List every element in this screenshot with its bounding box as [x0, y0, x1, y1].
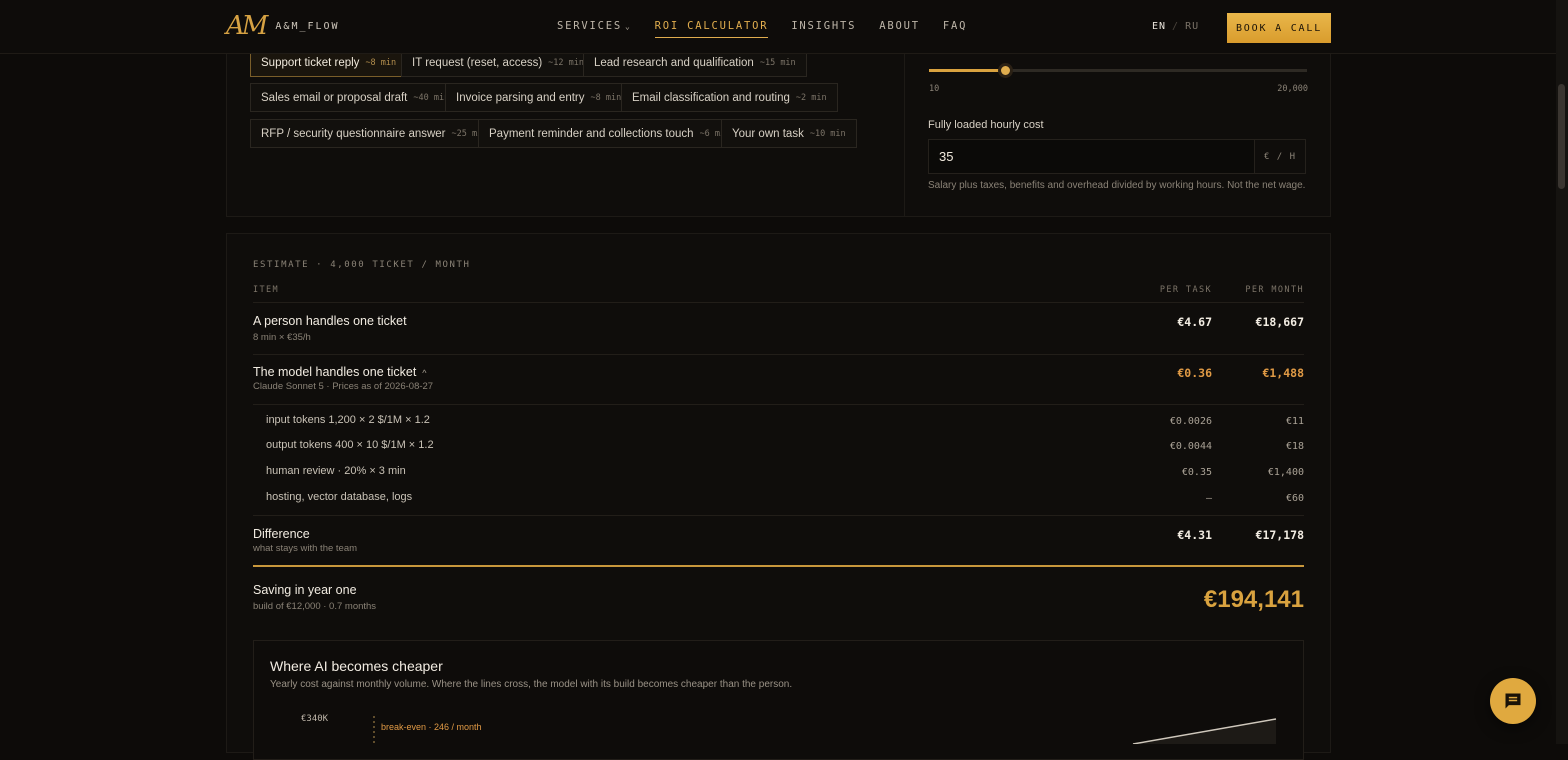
- book-call-button[interactable]: BOOK A CALL: [1227, 13, 1331, 43]
- task-chip-label: RFP / security questionnaire answer: [261, 127, 446, 140]
- task-chip-rfp[interactable]: RFP / security questionnaire answer ~25 …: [250, 119, 499, 148]
- task-chip-email-classification[interactable]: Email classification and routing ~2 min: [621, 83, 838, 112]
- divider: [253, 404, 1304, 405]
- breakdown-output-month: €18: [1285, 441, 1304, 452]
- total-divider: [253, 565, 1304, 567]
- language-switcher: EN / RU: [1152, 21, 1199, 32]
- volume-max-label: 20,000: [1277, 84, 1308, 94]
- person-per-task: €4.67: [1177, 315, 1212, 329]
- breakeven-chart: €340K break-even · 246 / month: [301, 714, 1277, 744]
- scrollbar-thumb[interactable]: [1558, 84, 1565, 189]
- task-chip-minutes: ~40 min: [413, 92, 450, 103]
- chat-button[interactable]: [1490, 678, 1536, 724]
- volume-slider-fill: [929, 69, 1005, 72]
- lang-ru[interactable]: RU: [1185, 21, 1199, 32]
- logo-text: A&M_FLOW: [275, 20, 340, 32]
- task-chip-payment-reminder[interactable]: Payment reminder and collections touch ~…: [478, 119, 742, 148]
- task-chip-invoice-parsing[interactable]: Invoice parsing and entry ~8 min: [445, 83, 633, 112]
- task-chip-minutes: ~2 min: [795, 92, 827, 103]
- task-chip-label: Invoice parsing and entry: [456, 91, 585, 104]
- model-row-title: The model handles one ticket: [253, 365, 417, 379]
- task-chip-label: Payment reminder and collections touch: [489, 127, 694, 140]
- difference-per-month: €17,178: [1255, 528, 1304, 542]
- divider: [253, 354, 1304, 355]
- breakdown-hosting-month: €60: [1285, 493, 1304, 504]
- col-header-item: ITEM: [253, 285, 280, 295]
- breakdown-hosting-task: –: [1205, 493, 1212, 504]
- breakdown-review-task: €0.35: [1181, 467, 1212, 478]
- nav-faq[interactable]: FAQ: [943, 20, 967, 38]
- breakdown-hosting: hosting, vector database, logs: [266, 491, 413, 503]
- volume-slider-handle[interactable]: [997, 63, 1013, 78]
- breakdown-input-task: €0.0026: [1169, 416, 1212, 427]
- nav-insights[interactable]: INSIGHTS: [791, 20, 856, 38]
- saving-title: Saving in year one: [253, 583, 357, 597]
- col-header-per-task: PER TASK: [1159, 285, 1212, 295]
- task-chip-label: Email classification and routing: [632, 91, 790, 104]
- hourly-cost-hint: Salary plus taxes, benefits and overhead…: [928, 180, 1306, 191]
- task-chip-minutes: ~10 min: [809, 128, 846, 139]
- chevron-up-icon: ^: [422, 368, 427, 378]
- hourly-cost-unit: € / H: [1254, 139, 1306, 174]
- task-chip-own-task[interactable]: Your own task ~10 min: [721, 119, 857, 148]
- breakdown-input-tokens: input tokens 1,200 × 2 $/1M × 1.2: [266, 414, 430, 426]
- volume-min-label: 10: [929, 84, 940, 94]
- difference-per-task: €4.31: [1177, 528, 1212, 542]
- breakdown-output-tokens: output tokens 400 × 10 $/1M × 1.2: [266, 439, 434, 451]
- nav-roi-calculator[interactable]: ROI CALCULATOR: [654, 20, 769, 38]
- chart-title: Where AI becomes cheaper: [270, 658, 443, 674]
- chart-subtitle: Yearly cost against monthly volume. Wher…: [270, 679, 793, 690]
- breakdown-output-task: €0.0044: [1169, 441, 1212, 452]
- person-row-title: A person handles one ticket: [253, 314, 407, 328]
- chat-icon: [1505, 693, 1521, 709]
- nav-about[interactable]: ABOUT: [879, 20, 920, 38]
- breakdown-input-month: €11: [1285, 416, 1304, 427]
- hourly-cost-input[interactable]: [928, 139, 1255, 174]
- divider: [253, 515, 1304, 516]
- task-chip-label: Sales email or proposal draft: [261, 91, 408, 104]
- person-per-month: €18,667: [1255, 315, 1304, 329]
- nav-services[interactable]: SERVICES ⌄: [557, 20, 632, 38]
- breakdown-review-month: €1,400: [1267, 467, 1304, 478]
- task-chip-minutes: ~15 min: [759, 57, 796, 68]
- main-nav: SERVICES ⌄ ROI CALCULATOR INSIGHTS ABOUT …: [557, 20, 967, 38]
- breakdown-human-review: human review · 20% × 3 min: [266, 465, 406, 477]
- task-chip-minutes: ~8 min: [590, 92, 622, 103]
- nav-services-label: SERVICES: [557, 20, 622, 32]
- y-tick-top: €340K: [301, 714, 329, 724]
- difference-sub: what stays with the team: [253, 543, 358, 554]
- logo[interactable]: AM A&M_FLOW: [226, 12, 340, 40]
- task-chip-minutes: ~8 min: [365, 57, 397, 68]
- difference-title: Difference: [253, 527, 310, 541]
- task-chip-label: Your own task: [732, 127, 804, 140]
- estimate-heading: ESTIMATE · 4,000 TICKET / MONTH: [253, 260, 471, 270]
- hourly-cost-label: Fully loaded hourly cost: [928, 119, 1044, 131]
- saving-sub: build of €12,000 · 0.7 months: [253, 601, 377, 612]
- task-chip-label: Lead research and qualification: [594, 56, 754, 69]
- logo-mark: AM: [226, 11, 268, 41]
- task-chip-sales-email[interactable]: Sales email or proposal draft ~40 min: [250, 83, 461, 112]
- model-per-month: €1,488: [1262, 366, 1304, 380]
- col-header-per-month: PER MONTH: [1245, 285, 1304, 295]
- saving-value: €194,141: [1203, 586, 1304, 613]
- model-per-task: €0.36: [1177, 366, 1212, 380]
- task-chip-label: Support ticket reply: [261, 56, 360, 69]
- breakeven-label: break-even · 246 / month: [381, 722, 482, 732]
- model-row-sub: Claude Sonnet 5 · Prices as of 2026-08-2…: [253, 381, 434, 392]
- task-chip-minutes: ~12 min: [548, 57, 584, 68]
- divider: [253, 302, 1304, 303]
- site-header: AM A&M_FLOW SERVICES ⌄ ROI CALCULATOR INS…: [0, 0, 1556, 54]
- lang-en[interactable]: EN: [1152, 21, 1166, 32]
- task-chip-label: IT request (reset, access): [412, 56, 543, 69]
- model-row-toggle[interactable]: The model handles one ticket ^: [253, 365, 427, 379]
- lang-separator: /: [1172, 21, 1180, 32]
- person-row-sub: 8 min × €35/h: [253, 332, 311, 343]
- chevron-down-icon: ⌄: [624, 22, 632, 31]
